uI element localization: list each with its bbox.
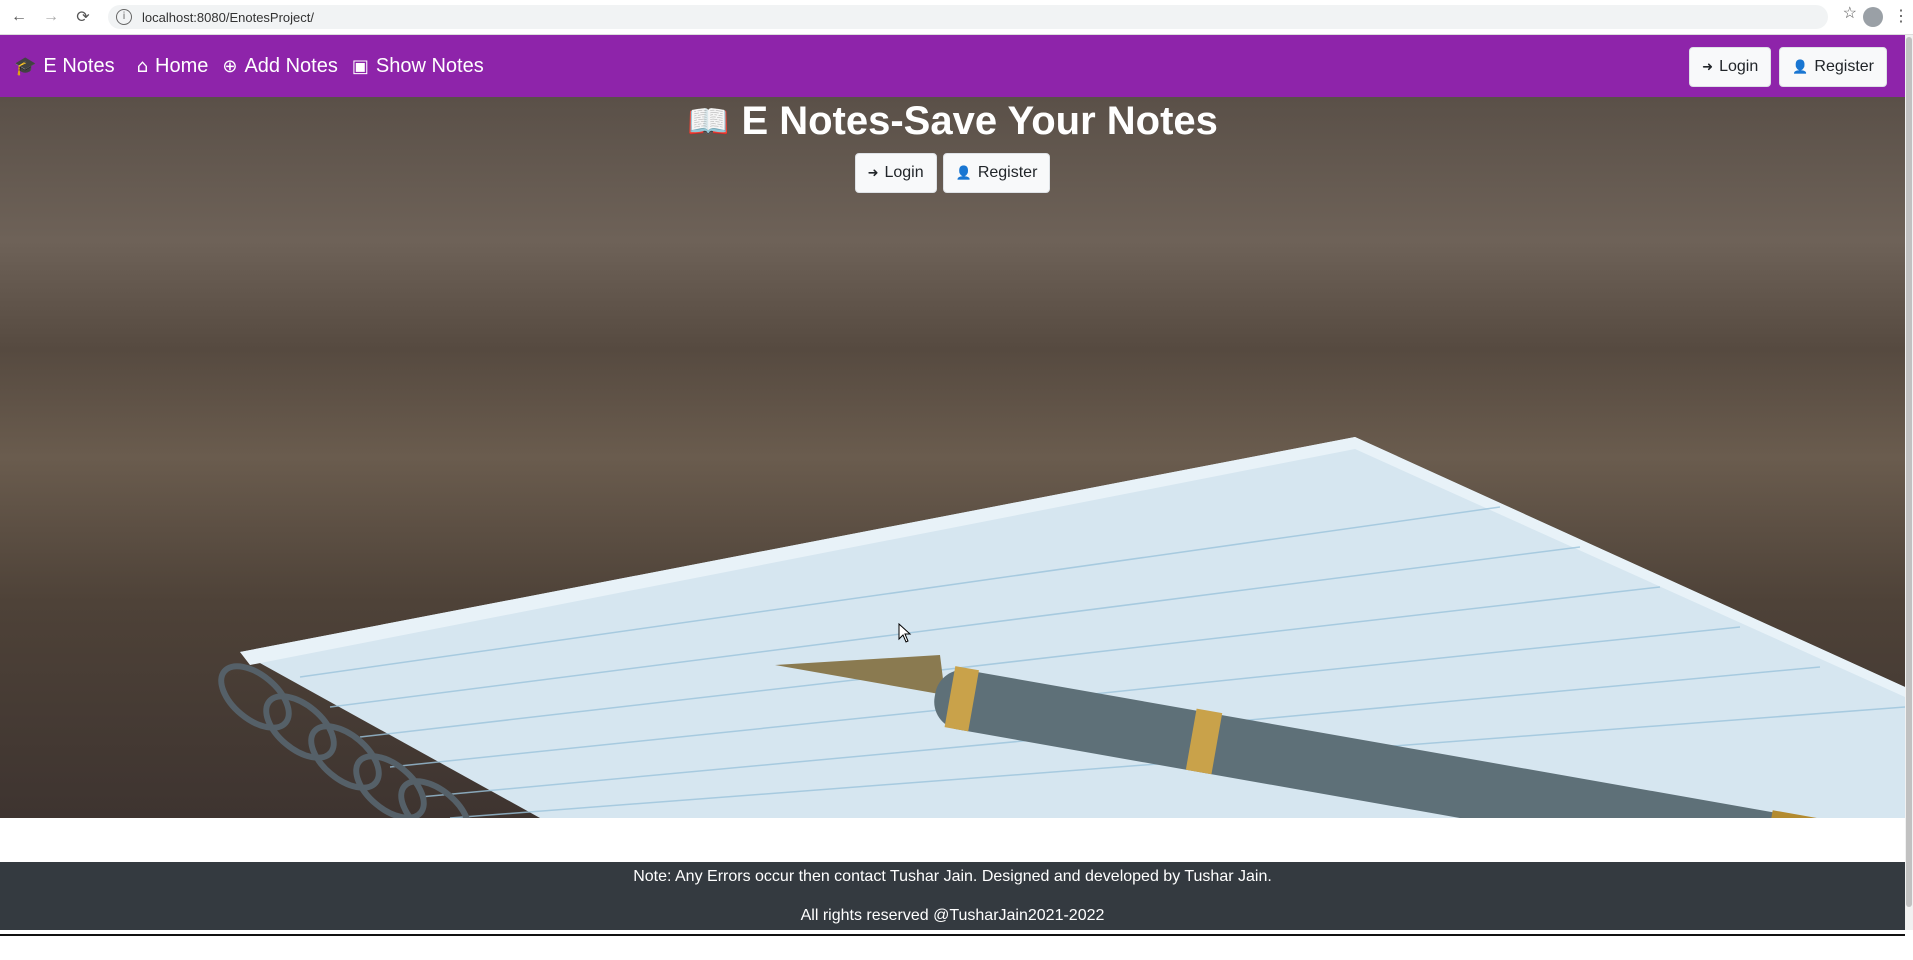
hero-title-text: E Notes-Save Your Notes xyxy=(741,99,1218,143)
home-icon: ⌂ xyxy=(136,55,149,77)
footer-divider xyxy=(0,934,1905,936)
footer-note: Note: Any Errors occur then contact Tush… xyxy=(633,868,1272,885)
sign-in-icon: ➜ xyxy=(1702,59,1714,75)
user-plus-icon: 👤 xyxy=(955,165,972,181)
book-icon: 📖 xyxy=(687,101,730,142)
profile-avatar-icon[interactable] xyxy=(1863,7,1883,27)
hero-background-image xyxy=(218,437,1905,818)
hero-register-label: Register xyxy=(977,164,1038,181)
hero-login-label: Login xyxy=(884,164,924,181)
address-bar[interactable]: i localhost:8080/EnotesProject/ xyxy=(108,5,1828,29)
scrollbar-thumb[interactable] xyxy=(1906,37,1912,907)
graduation-cap-icon: 🎓 xyxy=(14,55,37,77)
nav-home[interactable]: ⌂ Home xyxy=(137,55,209,78)
brand-label: E Notes xyxy=(43,54,115,77)
address-book-icon: ▣ xyxy=(351,55,369,77)
hero-title: 📖 E Notes-Save Your Notes xyxy=(0,99,1905,144)
navbar-login-label: Login xyxy=(1719,58,1759,75)
back-icon[interactable]: ← xyxy=(8,6,30,28)
footer-rights: All rights reserved @TusharJain2021-2022 xyxy=(800,907,1105,924)
page-scrollbar[interactable] xyxy=(1905,35,1913,930)
hero-actions: ➜ Login 👤 Register xyxy=(0,153,1905,193)
mouse-cursor-icon xyxy=(898,623,912,643)
navbar-register-label: Register xyxy=(1814,58,1874,75)
menu-kebab-icon[interactable]: ⋮ xyxy=(1893,6,1909,28)
hero-login-button[interactable]: ➜ Login xyxy=(854,153,937,193)
top-navbar: 🎓 E Notes ⌂ Home ⊕ Add Notes ▣ Show Note… xyxy=(0,35,1905,97)
reload-icon[interactable]: ⟳ xyxy=(72,6,94,28)
nav-add-notes-label: Add Notes xyxy=(244,54,338,77)
nav-add-notes[interactable]: ⊕ Add Notes xyxy=(222,55,337,78)
info-icon[interactable]: i xyxy=(116,9,132,25)
nav-home-label: Home xyxy=(155,54,209,77)
address-url[interactable]: localhost:8080/EnotesProject/ xyxy=(142,10,314,25)
navbar-login-button[interactable]: ➜ Login xyxy=(1689,47,1772,87)
bookmark-star-icon[interactable]: ☆ xyxy=(1843,3,1857,23)
hero-banner: 📖 E Notes-Save Your Notes ➜ Login 👤 Regi… xyxy=(0,97,1905,818)
nav-show-notes-label: Show Notes xyxy=(375,54,484,77)
navbar-register-button[interactable]: 👤 Register xyxy=(1779,47,1887,87)
plus-circle-icon: ⊕ xyxy=(222,55,238,77)
user-plus-icon: 👤 xyxy=(1792,59,1809,75)
forward-icon[interactable]: → xyxy=(40,6,62,28)
sign-in-icon: ➜ xyxy=(867,165,879,181)
nav-show-notes[interactable]: ▣ Show Notes xyxy=(352,55,484,78)
hero-register-button[interactable]: 👤 Register xyxy=(942,153,1051,193)
browser-toolbar: ← → ⟳ i localhost:8080/EnotesProject/ ☆ … xyxy=(0,0,1913,35)
page-footer: Note: Any Errors occur then contact Tush… xyxy=(0,862,1905,930)
brand-link[interactable]: 🎓 E Notes xyxy=(14,55,115,78)
